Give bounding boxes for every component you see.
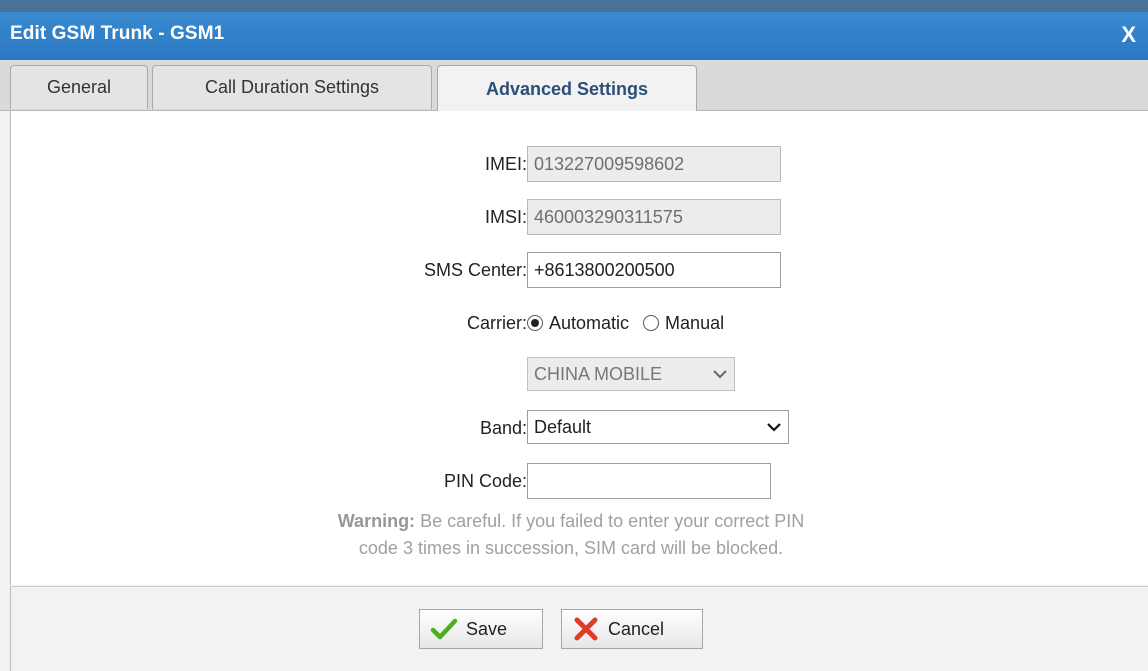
band-label: Band: xyxy=(479,418,527,438)
chevron-down-icon xyxy=(713,370,727,379)
imsi-label: IMSI: xyxy=(484,207,527,227)
carrier-automatic-radio[interactable] xyxy=(527,315,543,331)
imei-field[interactable] xyxy=(527,146,781,182)
radio-selected-dot xyxy=(531,319,539,327)
imei-row: IMEI: xyxy=(11,146,1148,182)
cancel-button-label: Cancel xyxy=(608,618,665,639)
save-button[interactable]: Save xyxy=(419,609,543,649)
operator-row: CHINA MOBILE xyxy=(11,357,1148,393)
pin-code-field[interactable] xyxy=(527,463,771,499)
imei-label: IMEI: xyxy=(484,154,527,174)
pin-code-label: PIN Code: xyxy=(443,471,527,491)
band-select-value: Default xyxy=(534,416,592,437)
imsi-field[interactable] xyxy=(527,199,781,235)
warning-line-2: code 3 times in succession, SIM card wil… xyxy=(358,538,784,558)
check-icon xyxy=(430,618,458,640)
advanced-settings-panel: IMEI: IMSI: SMS Center: Carrier: Automat… xyxy=(10,111,1148,585)
warning-label: Warning: xyxy=(337,511,416,531)
imsi-row: IMSI: xyxy=(11,199,1148,235)
tab-general[interactable]: General xyxy=(10,65,148,109)
carrier-row: Carrier: Automatic Manual xyxy=(11,305,1148,341)
tab-advanced-settings[interactable]: Advanced Settings xyxy=(437,65,697,112)
carrier-radio-group: Automatic Manual xyxy=(527,305,724,341)
save-button-label: Save xyxy=(466,618,508,639)
band-row: Band: Default xyxy=(11,410,1148,446)
dialog-titlebar: Edit GSM Trunk - GSM1 X xyxy=(0,0,1148,60)
sms-center-field[interactable] xyxy=(527,252,781,288)
carrier-label: Carrier: xyxy=(466,313,527,333)
close-button[interactable]: X xyxy=(1121,22,1136,48)
sms-center-row: SMS Center: xyxy=(11,252,1148,288)
pin-code-row: PIN Code: xyxy=(11,463,1148,499)
dialog-title: Edit GSM Trunk - GSM1 xyxy=(10,23,225,44)
tab-bar: General Call Duration Settings Advanced … xyxy=(0,60,1148,112)
carrier-automatic-label: Automatic xyxy=(549,312,630,333)
operator-select-value: CHINA MOBILE xyxy=(534,363,663,384)
tab-call-duration-settings[interactable]: Call Duration Settings xyxy=(152,65,432,109)
dialog-footer: Save Cancel xyxy=(10,586,1148,671)
warning-line-1: Be careful. If you failed to enter your … xyxy=(415,511,805,531)
operator-select[interactable]: CHINA MOBILE xyxy=(527,357,735,391)
sms-center-label: SMS Center: xyxy=(423,260,527,280)
pin-warning: Warning: Be careful. If you failed to en… xyxy=(271,508,871,562)
chevron-down-icon xyxy=(767,423,781,432)
background-strip xyxy=(0,0,1148,12)
carrier-manual-radio[interactable] xyxy=(643,315,660,331)
band-select[interactable]: Default xyxy=(527,410,789,444)
carrier-manual-label: Manual xyxy=(665,312,725,333)
cancel-button[interactable]: Cancel xyxy=(561,609,703,649)
cross-icon xyxy=(574,617,598,641)
